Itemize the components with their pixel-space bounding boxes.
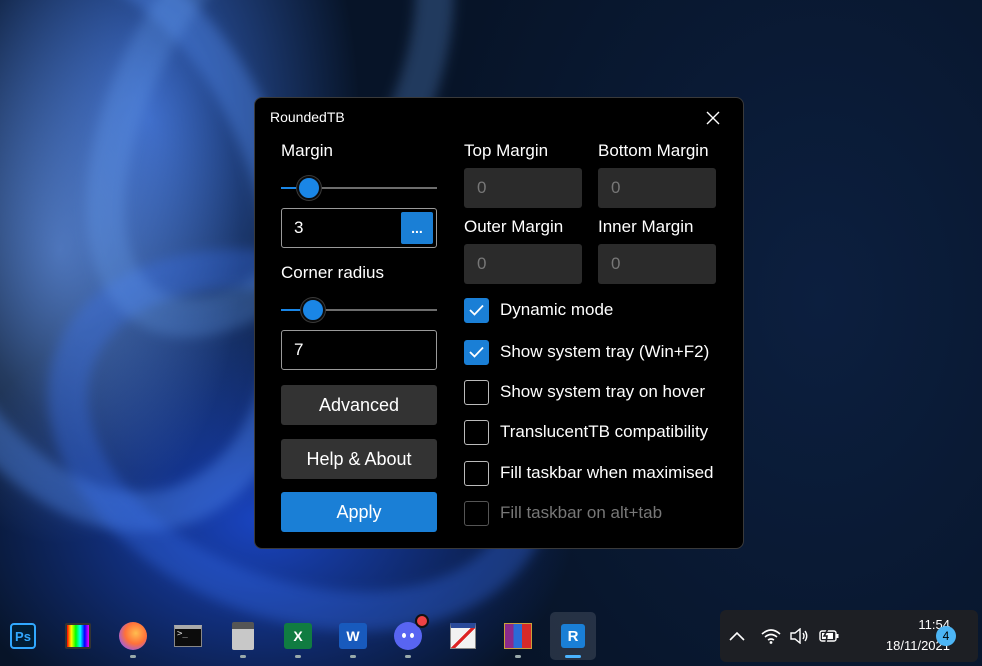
checkmark-icon <box>469 304 484 316</box>
taskbar-roundedtb[interactable]: R <box>550 612 596 660</box>
photoshop-icon: Ps <box>10 623 36 649</box>
close-button[interactable] <box>699 106 727 130</box>
wifi-button[interactable] <box>760 625 782 647</box>
outer-margin-label: Outer Margin <box>464 217 564 236</box>
top-margin-label: Top Margin <box>464 141 549 160</box>
chevron-up-icon <box>729 631 745 641</box>
clock-date[interactable]: 18/11/2021 <box>850 638 950 653</box>
discord-notification-icon <box>415 614 429 628</box>
option-row[interactable]: Show system tray on hover <box>464 379 705 405</box>
option-label: TranslucentTB compatibility <box>500 422 709 441</box>
bottom-margin-input: 0 <box>598 168 716 208</box>
option-label: Show system tray (Win+F2) <box>500 342 710 361</box>
option-row[interactable]: Show system tray (Win+F2) <box>464 339 709 365</box>
wifi-icon <box>761 629 781 644</box>
bottom-margin-label: Bottom Margin <box>598 141 709 160</box>
checkmark-icon <box>469 346 484 358</box>
winrar-icon <box>504 623 532 649</box>
option-row[interactable]: TranslucentTB compatibility <box>464 419 708 445</box>
corner-radius-input-value: 7 <box>294 340 304 359</box>
paint-app-icon <box>450 623 476 649</box>
taskbar-discord[interactable] <box>385 612 431 660</box>
margin-more-button[interactable]: ... <box>401 212 433 244</box>
taskbar-color-app[interactable] <box>55 612 101 660</box>
option-checkbox <box>464 500 489 526</box>
option-checkbox[interactable] <box>464 297 489 323</box>
firefox-icon <box>119 622 147 650</box>
taskbar-calculator[interactable] <box>220 612 266 660</box>
corner-radius-slider[interactable] <box>281 298 437 322</box>
top-margin-input: 0 <box>464 168 582 208</box>
inner-margin-input: 0 <box>598 244 716 284</box>
outer-margin-input: 0 <box>464 244 582 284</box>
volume-button[interactable] <box>788 625 810 647</box>
margin-label: Margin <box>281 141 333 160</box>
battery-charging-icon <box>819 629 839 643</box>
apply-button[interactable]: Apply <box>281 492 437 532</box>
option-row[interactable]: Dynamic mode <box>464 297 613 323</box>
taskbar-photoshop[interactable]: Ps <box>0 612 46 660</box>
margin-input[interactable]: 3 ... <box>281 208 437 248</box>
option-label: Show system tray on hover <box>500 382 706 401</box>
help-about-button[interactable]: Help & About <box>281 439 437 479</box>
taskbar-winrar[interactable] <box>495 612 541 660</box>
taskbar-terminal[interactable]: >_ <box>165 612 211 660</box>
roundedtb-window: RoundedTB Margin 3 ... Corner radius 7 A… <box>254 97 744 549</box>
system-tray: 11:54 18/11/2021 4 <box>720 610 978 662</box>
option-label: Fill taskbar on alt+tab <box>500 503 663 522</box>
option-row[interactable]: Fill taskbar when maximised <box>464 460 714 486</box>
taskbar-firefox[interactable] <box>110 612 156 660</box>
option-label: Dynamic mode <box>500 300 614 319</box>
advanced-button[interactable]: Advanced <box>281 385 437 425</box>
volume-icon <box>790 628 808 644</box>
excel-icon: X <box>284 623 312 649</box>
option-checkbox[interactable] <box>464 419 489 445</box>
option-row: Fill taskbar on alt+tab <box>464 500 662 526</box>
corner-radius-label: Corner radius <box>281 263 384 282</box>
terminal-icon: >_ <box>174 625 202 647</box>
taskbar-paint-app[interactable] <box>440 612 486 660</box>
color-app-icon <box>65 623 91 649</box>
roundedtb-icon: R <box>561 624 585 648</box>
show-hidden-icons-button[interactable] <box>726 625 748 647</box>
notification-badge[interactable]: 4 <box>936 626 956 646</box>
close-icon <box>706 111 720 125</box>
taskbar-word[interactable]: W <box>330 612 376 660</box>
taskbar-excel[interactable]: X <box>275 612 321 660</box>
margin-input-value: 3 <box>294 218 304 237</box>
word-icon: W <box>339 623 367 649</box>
discord-icon <box>394 614 429 650</box>
option-checkbox[interactable] <box>464 379 489 405</box>
corner-radius-input[interactable]: 7 <box>281 330 437 370</box>
option-label: Fill taskbar when maximised <box>500 463 714 482</box>
option-checkbox[interactable] <box>464 460 489 486</box>
margin-slider[interactable] <box>281 176 437 200</box>
inner-margin-label: Inner Margin <box>598 217 694 236</box>
window-title: RoundedTB <box>270 109 345 125</box>
option-checkbox[interactable] <box>464 339 489 365</box>
margin-slider-thumb[interactable] <box>297 176 321 200</box>
battery-button[interactable] <box>818 625 840 647</box>
corner-radius-slider-thumb[interactable] <box>301 298 325 322</box>
calculator-icon <box>232 622 254 650</box>
